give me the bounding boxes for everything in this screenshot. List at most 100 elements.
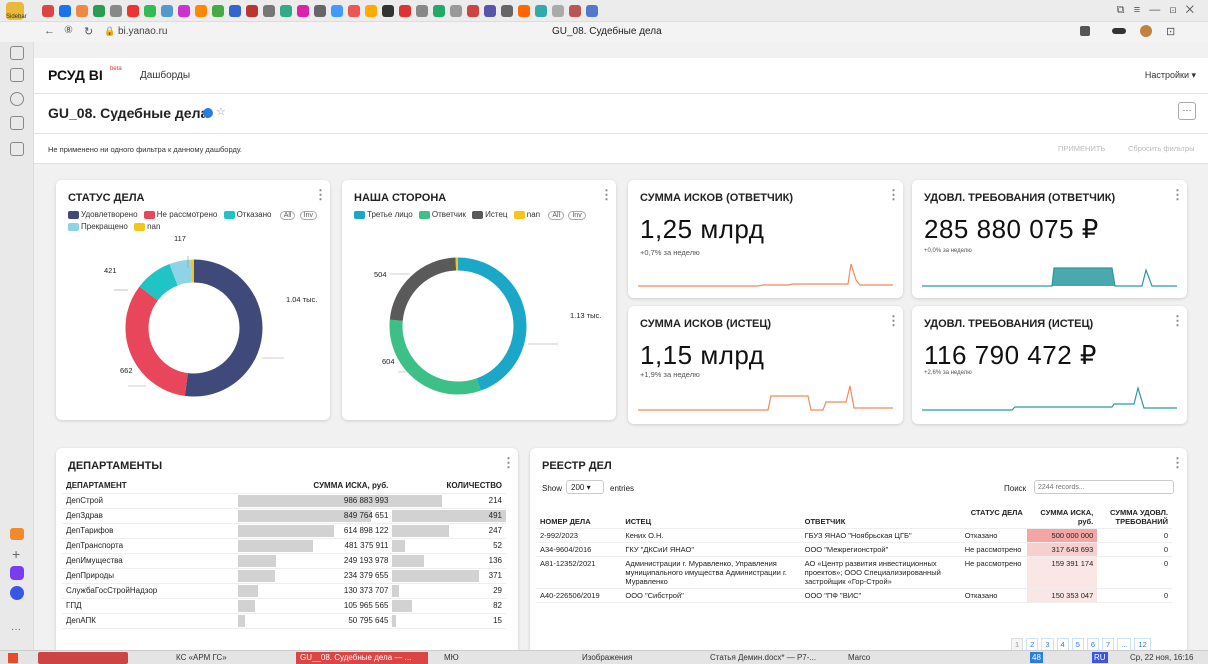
column-header[interactable]: КОЛИЧЕСТВО [392, 478, 506, 494]
table-row[interactable]: ДепСтрой 986 883 993 214 [62, 493, 506, 509]
legend-item[interactable]: Прекращено [68, 222, 128, 231]
column-header[interactable]: ДЕПАРТАМЕНТ [62, 478, 238, 494]
reload-icon[interactable]: ↻ [84, 25, 93, 38]
add-panel-icon[interactable]: + [12, 546, 20, 562]
browser-tab-icon[interactable] [144, 5, 156, 17]
browser-tab-icon[interactable] [501, 5, 513, 17]
pinned-apps[interactable] [38, 652, 128, 664]
table-row[interactable]: А40-226506/2019 ООО "Сибстрой" ООО "ПФ "ВИ… [536, 588, 1172, 603]
table-row[interactable]: ДепИмущества 249 193 978 136 [62, 553, 506, 569]
column-header[interactable]: ИСТЕЦ [621, 506, 801, 529]
kpi-menu-icon[interactable]: ⋮ [1171, 314, 1184, 327]
taskbar-item[interactable]: КС «АРМ ГС» [176, 653, 227, 662]
browser-tab-icon[interactable] [59, 5, 71, 17]
browser-tab-icon[interactable] [552, 5, 564, 17]
browser-tab-icon[interactable] [365, 5, 377, 17]
browser-tab-icon[interactable] [178, 5, 190, 17]
table-row[interactable]: ДепТранспорта 481 375 911 52 [62, 538, 506, 554]
start-menu-icon[interactable] [8, 653, 18, 663]
table-row[interactable]: ДепПрироды 234 379 655 371 [62, 568, 506, 584]
messenger-icon[interactable] [10, 566, 24, 580]
apply-button[interactable]: ПРИМЕНИТЬ [1058, 144, 1105, 153]
table-row[interactable]: 2-992/2023 Кених О.Н. ГБУЗ ЯНАО "Ноябрьска… [536, 528, 1172, 543]
registry-menu-icon[interactable]: ⋮ [1171, 456, 1184, 469]
browser-tab-icon[interactable] [586, 5, 598, 17]
heart-icon[interactable] [10, 528, 24, 540]
browser-tab-icon[interactable] [229, 5, 241, 17]
status-card-menu-icon[interactable]: ⋮ [314, 188, 327, 201]
side-card-menu-icon[interactable]: ⋮ [600, 188, 613, 201]
address-bar[interactable]: bi.yanao.ru [118, 26, 167, 37]
browser-tab-icon[interactable] [297, 5, 309, 17]
bookmark-icon[interactable] [1080, 26, 1090, 36]
browser-tab-icon[interactable] [195, 5, 207, 17]
taskbar-item-active[interactable]: GU__08. Судебные дела — ... [296, 652, 428, 664]
profile-avatar[interactable] [1140, 25, 1152, 37]
entries-select[interactable]: 200 ▾ [566, 480, 604, 494]
browser-tab-icon[interactable] [314, 5, 326, 17]
app-logo[interactable]: РСУД BI [48, 67, 103, 83]
extensions-icon[interactable]: ⊡ [1166, 25, 1175, 38]
table-row[interactable]: ДепАПК 50 795 645 15 [62, 613, 506, 629]
browser-tab-icon[interactable] [76, 5, 88, 17]
browser-tab-icon[interactable] [348, 5, 360, 17]
column-header[interactable]: СУММА ИСКА, руб. [237, 478, 393, 494]
browser-tab-icon[interactable] [399, 5, 411, 17]
legend-item[interactable]: Третье лицо [354, 210, 413, 219]
departments-menu-icon[interactable]: ⋮ [502, 456, 515, 469]
browser-tab-icon[interactable] [331, 5, 343, 17]
window-controls[interactable]: ⧉ ≡ — ⊡ ✕ [1117, 4, 1194, 17]
browser-tab-icon[interactable] [280, 5, 292, 17]
browser-tab-icon[interactable] [42, 5, 54, 17]
browser-tab-icon[interactable] [450, 5, 462, 17]
table-row[interactable]: СлужбаГосСтройНадзор 130 373 707 29 [62, 583, 506, 599]
legend-item[interactable]: Истец [472, 210, 508, 219]
legend-item[interactable]: Удовлетворено [68, 210, 138, 219]
taskbar-item[interactable]: Изображения [582, 653, 632, 662]
legend-inv-pill[interactable]: Inv [568, 211, 586, 220]
browser-tab-icon[interactable] [569, 5, 581, 17]
opera-logo-icon[interactable]: Sidebar [6, 2, 27, 20]
browser-tab-icon[interactable] [484, 5, 496, 17]
taskbar-item[interactable]: Marco [848, 653, 870, 662]
table-row[interactable]: ГПД 105 965 565 82 [62, 598, 506, 614]
aria-icon[interactable] [10, 586, 24, 600]
notification-badge[interactable]: 48 [1030, 652, 1043, 663]
browser-tab-icon[interactable] [127, 5, 139, 17]
taskbar-item[interactable]: Статья Демин.docx* — P7-... [710, 653, 816, 662]
vpn-icon[interactable] [1112, 28, 1126, 34]
snapshot-sidebar-icon[interactable] [10, 142, 24, 156]
history-sidebar-icon[interactable] [10, 46, 24, 60]
reset-filters-button[interactable]: Сбросить фильтры [1128, 144, 1194, 153]
column-header[interactable]: СТАТУС ДЕЛА [960, 506, 1027, 529]
table-row[interactable]: ДепЗдрав 849 764 651 491 [62, 508, 506, 524]
notes-sidebar-icon[interactable] [10, 68, 24, 82]
legend-item[interactable]: Отказано [223, 210, 271, 219]
table-row[interactable]: А34-9604/2016 ГКУ "ДКСиИ ЯНАО" ООО "Межрег… [536, 542, 1172, 557]
browser-tab-icon[interactable] [212, 5, 224, 17]
table-row[interactable]: ДепТарифов 614 898 122 247 [62, 523, 506, 539]
more-options-button[interactable]: ··· [1178, 102, 1196, 120]
language-indicator[interactable]: RU [1092, 652, 1108, 663]
legend-item[interactable]: Не рассмотрено [143, 210, 217, 219]
settings-menu[interactable]: Настройки ▾ [1145, 70, 1196, 81]
back-icon[interactable]: ← [44, 25, 55, 37]
legend-item[interactable]: nan [513, 210, 540, 219]
history-icon[interactable]: ⑧ [64, 25, 73, 36]
browser-tab-icon[interactable] [518, 5, 530, 17]
column-header[interactable]: НОМЕР ДЕЛА [536, 506, 622, 529]
more-sidebar-icon[interactable]: ··· [11, 624, 21, 635]
kpi-menu-icon[interactable]: ⋮ [887, 188, 900, 201]
browser-tab-icon[interactable] [110, 5, 122, 17]
kpi-menu-icon[interactable]: ⋮ [887, 314, 900, 327]
browser-tab-icon[interactable] [263, 5, 275, 17]
search-input[interactable] [1034, 480, 1174, 494]
legend-all-pill[interactable]: All [279, 211, 296, 220]
browser-tab-icon[interactable] [467, 5, 479, 17]
favorite-star-icon[interactable]: ☆ [216, 105, 226, 118]
nav-dashboards[interactable]: Дашборды [140, 70, 190, 81]
column-header[interactable]: СУММА УДОВЛ. ТРЕБОВАНИЙ [1097, 506, 1172, 529]
browser-tab-icon[interactable] [161, 5, 173, 17]
downloads-sidebar-icon[interactable] [10, 116, 24, 130]
player-sidebar-icon[interactable] [10, 92, 24, 106]
